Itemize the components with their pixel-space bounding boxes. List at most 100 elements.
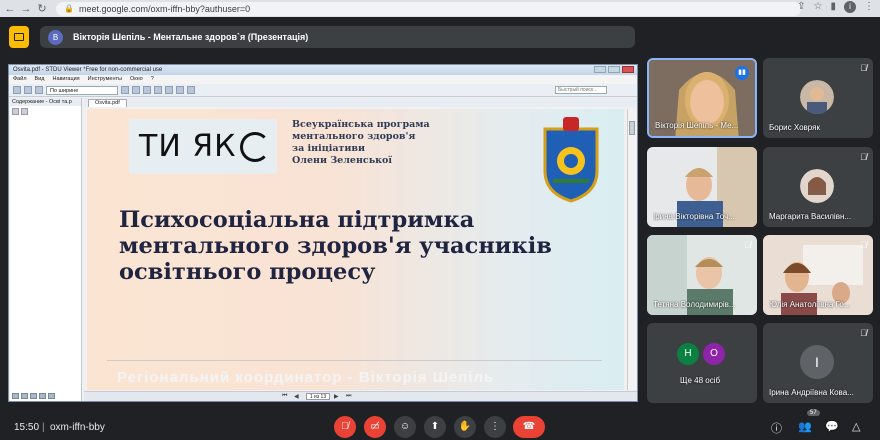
headline-line: ментального здоров'я учасників [119, 233, 552, 259]
profile-avatar[interactable]: i [844, 1, 856, 13]
more-options-button[interactable]: ⋮ [484, 416, 506, 438]
mic-toggle-button[interactable]: 🎙̸ [334, 416, 356, 438]
panel-tab-icon[interactable] [30, 393, 37, 399]
last-page-icon[interactable]: ⏭ [346, 393, 351, 400]
participant-tile[interactable]: 🎙̸ І Ірина Андріївна Кова... [763, 323, 873, 403]
menu-tools[interactable]: Инструменты [88, 75, 122, 84]
panel-tab-icon[interactable] [48, 393, 55, 399]
people-icon[interactable]: 👥 [798, 420, 812, 433]
presentation-title: Вікторія Шепіль - Ментальне здоров`я (Пр… [73, 32, 309, 42]
participant-name: Ірина Вікторівна Точ... [653, 212, 735, 221]
participant-initial: Н [677, 343, 699, 365]
meeting-code: oxm-iffn-bby [50, 422, 105, 433]
participant-tile[interactable]: 🎙̸ Борис Ховряк [763, 58, 873, 138]
ti-yak-logo: ТИ ЯК [129, 119, 277, 174]
participant-tile[interactable]: Ірина Вікторівна Точ... [647, 147, 757, 227]
program-line: Олени Зеленської [292, 155, 392, 166]
fit-width-icon[interactable] [132, 86, 140, 94]
participant-name: Юлія Анатоліївна Го... [769, 300, 851, 309]
panel-tab-icon[interactable] [21, 393, 28, 399]
mic-off-icon: 🎙̸ [860, 240, 867, 250]
star-icon[interactable]: ☆ [814, 1, 823, 13]
first-page-icon[interactable]: ⏮ [282, 393, 287, 400]
speaking-indicator-icon: ▮▮ [735, 66, 749, 80]
mic-off-icon: 🎙̸ [860, 152, 867, 162]
panel-tab-icon[interactable] [12, 393, 19, 399]
bookmark-icon[interactable] [176, 86, 184, 94]
mic-off-icon: 🎙̸ [744, 240, 751, 250]
present-screen-button[interactable]: ⬆ [424, 416, 446, 438]
participant-tile[interactable]: ▮▮ Вікторія Шепіль - Ме... [647, 58, 757, 138]
rotate-icon[interactable] [187, 86, 195, 94]
prev-page-icon[interactable]: ◀ [294, 393, 299, 400]
slide-headline: Психосоціальна підтримка ментального здо… [119, 207, 552, 285]
participant-tile[interactable]: 🎙̸ Маргарита Василівн... [763, 147, 873, 227]
chat-icon[interactable]: 💬 [825, 420, 839, 433]
program-line: за ініціативи [292, 143, 366, 154]
doc-tab[interactable]: Osvita.pdf [88, 99, 127, 107]
leave-call-button[interactable]: ☎ [513, 416, 545, 438]
info-icon[interactable]: ⓘ [771, 420, 782, 436]
back-icon[interactable]: ← [4, 3, 16, 15]
participant-count-badge: 57 [807, 410, 820, 416]
mic-off-icon: 🎙̸ [860, 328, 867, 338]
avatar [800, 80, 834, 114]
others-tile[interactable]: Н О Ще 48 осіб [647, 323, 757, 403]
reload-icon[interactable]: ↻ [36, 2, 48, 15]
camera-toggle-button[interactable]: ▭̸ [364, 416, 386, 438]
participant-initial: О [703, 343, 725, 365]
participant-name: Вікторія Шепіль - Ме... [655, 121, 739, 130]
menu-file[interactable]: Файл [13, 75, 27, 84]
side-panel-icon[interactable]: ▮ [830, 1, 836, 13]
zoom-in-icon[interactable] [35, 86, 43, 94]
avatar [800, 169, 834, 203]
browser-toolbar: ← → ↻ 🔒 meet.google.com/oxm-iffn-bby?aut… [0, 0, 880, 17]
mic-off-icon: 🎙̸ [860, 63, 867, 73]
activities-icon[interactable]: △ [852, 420, 860, 433]
open-icon[interactable] [13, 86, 21, 94]
menu-help[interactable]: ? [151, 75, 154, 84]
scroll-thumb[interactable] [629, 121, 635, 135]
logo-text: ТИ ЯК [139, 129, 237, 164]
clock: 15:50 [14, 422, 40, 433]
quick-search-input[interactable]: Быстрый поиск... [555, 86, 607, 94]
close-icon[interactable] [622, 66, 634, 73]
others-count: Ще 48 осіб [680, 376, 721, 385]
slide-footer: Регіональний координатор - Вікторія Шепі… [117, 369, 495, 386]
forward-icon[interactable]: → [20, 3, 32, 15]
address-bar[interactable]: 🔒 meet.google.com/oxm-iffn-bby?authuser=… [56, 1, 801, 16]
program-line: ментального здоров'я [292, 131, 416, 142]
raise-hand-button[interactable]: ✋ [454, 416, 476, 438]
menu-navigation[interactable]: Навигация [52, 75, 79, 84]
fit-page-icon[interactable] [121, 86, 129, 94]
share-icon[interactable]: ⇪ [797, 1, 805, 13]
panel-tool-icon[interactable] [21, 107, 28, 115]
page-indicator[interactable]: 1 из 13 [306, 393, 330, 400]
menu-window[interactable]: Окно [130, 75, 143, 84]
participant-name: Борис Ховряк [769, 123, 820, 132]
select-tool-icon[interactable] [154, 86, 162, 94]
find-icon[interactable] [165, 86, 173, 94]
print-icon[interactable] [24, 86, 32, 94]
contents-panel: Содержание - Осві та.р [10, 98, 82, 401]
hand-tool-icon[interactable] [143, 86, 151, 94]
presentation-icon[interactable] [9, 26, 29, 48]
participant-tile[interactable]: 🎙̸ Тетяна Володимирів... [647, 235, 757, 315]
program-caption: Всеукраїнська програма ментального здоро… [292, 119, 430, 167]
viewer-menu-bar: Файл Вид Навигация Инструменты Окно ? [9, 75, 637, 84]
zoom-select[interactable]: По ширине [46, 85, 118, 95]
menu-view[interactable]: Вид [35, 75, 45, 84]
minimize-icon[interactable] [594, 66, 606, 73]
vertical-scrollbar[interactable] [627, 109, 636, 390]
emoji-button[interactable]: ☺ [394, 416, 416, 438]
panel-tool-icon[interactable] [12, 107, 19, 115]
document-tabs: Osvita.pdf [84, 98, 637, 107]
next-page-icon[interactable]: ▶ [334, 393, 339, 400]
participant-tile[interactable]: 🎙̸ Юлія Анатоліївна Го... [763, 235, 873, 315]
presentation-chip[interactable]: В Вікторія Шепіль - Ментальне здоров`я (… [40, 26, 635, 48]
maximize-icon[interactable] [608, 66, 620, 73]
menu-icon[interactable]: ⋮ [864, 1, 874, 13]
viewer-toolbar: По ширине Быстрый поиск... [9, 84, 637, 97]
participant-name: Тетяна Володимирів... [653, 300, 736, 309]
panel-tab-icon[interactable] [39, 393, 46, 399]
